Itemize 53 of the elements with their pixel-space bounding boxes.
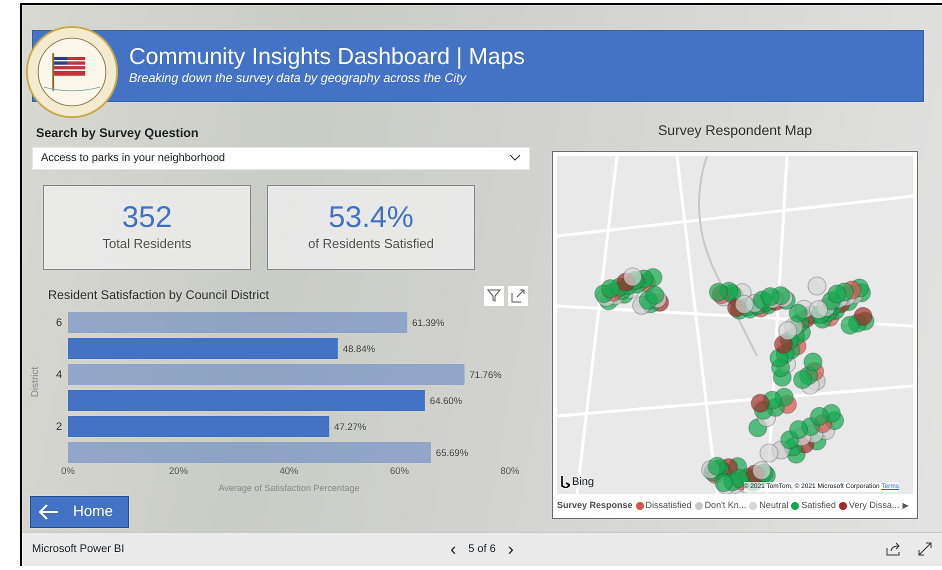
y-axis-title: District [30, 366, 41, 398]
value-label: 65.69% [436, 448, 468, 459]
category-label: 4 [56, 368, 62, 381]
bar[interactable] [68, 390, 425, 411]
x-axis-title: Average of Satisfaction Percentage [218, 482, 360, 493]
category-label: 6 [56, 316, 62, 329]
kpi-label: Total Residents [102, 235, 192, 253]
kpi-value: 53.4% [328, 201, 414, 234]
legend-label: Don't Kn... [704, 499, 746, 512]
bar[interactable] [68, 416, 330, 437]
dashboard-subtitle: Breaking down the survey data by geography across the City [129, 70, 468, 88]
legend-label: Very Dissa... [848, 499, 900, 512]
share-icon[interactable] [886, 542, 902, 556]
page-indicator: 5 of 6 [468, 542, 496, 558]
next-page-button[interactable]: › [504, 540, 518, 558]
legend-label: Satisfied [801, 499, 836, 512]
chevron-down-icon [509, 154, 521, 162]
bing-logo: Bing [561, 474, 594, 490]
value-label: 71.76% [469, 370, 502, 381]
map-title: Survey Respondent Map [658, 121, 812, 140]
fullscreen-icon[interactable] [918, 542, 932, 556]
legend-label: Dissatisfied [646, 499, 692, 512]
question-dropdown[interactable]: Access to parks in your neighborhood [32, 146, 530, 170]
dropdown-value: Access to parks in your neighborhood [41, 151, 226, 166]
back-arrow-icon [39, 504, 59, 520]
dashboard-title: Community Insights Dashboard | Maps [129, 44, 525, 70]
filter-icon[interactable] [484, 286, 504, 306]
bar[interactable] [68, 364, 464, 385]
value-label: 61.39% [412, 318, 444, 329]
bar[interactable] [68, 338, 338, 359]
bar[interactable] [68, 442, 431, 463]
x-tick-label: 0% [61, 466, 75, 477]
x-tick-label: 40% [280, 466, 298, 477]
city-seal-icon [25, 25, 119, 119]
legend-more-button[interactable]: ▶ [902, 500, 908, 512]
chart-title: Resident Satisfaction by Council District [48, 287, 269, 304]
home-button[interactable]: Home [30, 496, 129, 528]
x-tick-label: 20% [169, 466, 188, 477]
focus-mode-icon[interactable] [508, 286, 528, 306]
footer-brand: Microsoft Power BI [32, 542, 126, 558]
category-label: 2 [56, 420, 62, 433]
x-tick-label: 80% [500, 466, 520, 477]
x-tick-label: 60% [390, 466, 409, 477]
legend-label: Neutral [759, 499, 788, 512]
kpi-label: of Residents Satisfied [308, 235, 434, 253]
bar[interactable] [68, 312, 408, 333]
kpi-value: 352 [122, 201, 172, 234]
value-label: 47.27% [334, 422, 366, 433]
value-label: 64.60% [430, 396, 462, 407]
legend-title: Survey Response [557, 499, 633, 512]
search-label: Search by Survey Question [36, 125, 200, 142]
previous-page-button[interactable]: ‹ [446, 540, 460, 558]
value-label: 48.84% [342, 344, 376, 355]
